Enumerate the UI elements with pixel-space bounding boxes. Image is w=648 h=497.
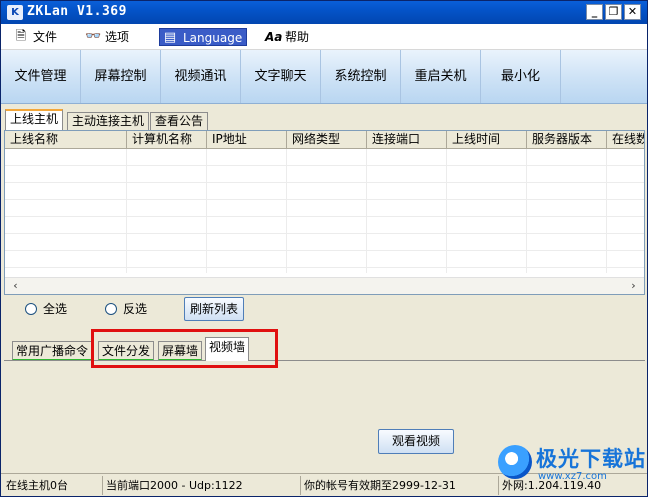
col-network-type[interactable]: 网络类型 [287,131,367,149]
col-ip[interactable]: IP地址 [207,131,287,149]
list-header: 上线名称 计算机名称 IP地址 网络类型 连接端口 上线时间 服务器版本 在线数 [5,131,644,149]
col-server-version[interactable]: 服务器版本 [527,131,607,149]
radio-icon [25,303,37,315]
app-logo-icon: K [7,5,23,20]
col-online-time[interactable]: 上线时间 [447,131,527,149]
watermark: 极光下载站 www.xz7.com [498,441,646,493]
watch-video-button[interactable]: 观看视频 [378,429,454,454]
minimize-button[interactable]: _ [586,4,603,20]
menu-options-label: 选项 [105,30,130,44]
watermark-text: 极光下载站 [536,447,646,471]
col-port[interactable]: 连接端口 [367,131,447,149]
select-all-label: 全选 [43,302,68,316]
close-button[interactable]: ✕ [624,4,641,20]
tab-broadcast-commands[interactable]: 常用广播命令 [12,341,93,361]
invert-select-label: 反选 [123,302,148,316]
watermark-url: www.xz7.com [538,471,607,482]
menu-help[interactable]: Aa 帮助 [263,28,309,46]
host-tabs: 上线主机 主动连接主机 查看公告 [1,109,647,131]
menu-options[interactable]: 👓 选项 [83,28,129,46]
menu-help-label: 帮助 [285,30,310,44]
scroll-right-icon[interactable]: › [625,278,642,294]
highlight-box [91,329,278,368]
app-window: K ZKLan V1.369 _ ❐ ✕ 🗎 文件 👓 选项 ▤ Languag… [0,0,648,497]
video-call-button[interactable]: 视频通讯 [161,50,241,103]
help-icon: Aa [265,30,283,44]
status-online-count: 在线主机0台 [3,476,103,495]
horizontal-scrollbar[interactable]: ‹ › [5,277,644,294]
menu-language[interactable]: ▤ Language [159,28,247,46]
tab-announcements[interactable]: 查看公告 [150,112,209,130]
title-bar[interactable]: K ZKLan V1.369 _ ❐ ✕ [1,1,647,24]
invert-select-radio[interactable]: 反选 [105,301,147,317]
col-online-name[interactable]: 上线名称 [5,131,127,149]
toolbar: 文件管理 屏幕控制 视频通讯 文字聊天 系统控制 重启关机 最小化 [1,50,647,104]
status-port: 当前端口2000 - Udp:1122 [103,476,301,495]
restore-button[interactable]: ❐ [605,4,622,20]
minimize-tool-button[interactable]: 最小化 [481,50,561,103]
file-manage-button[interactable]: 文件管理 [1,50,81,103]
system-control-button[interactable]: 系统控制 [321,50,401,103]
watermark-logo-icon [498,445,532,479]
refresh-list-button[interactable]: 刷新列表 [184,297,244,321]
status-expiry: 你的帐号有效期至2999-12-31 [301,476,499,495]
select-all-radio[interactable]: 全选 [25,301,67,317]
radio-icon [105,303,117,315]
window-title: ZKLan V1.369 [27,4,127,19]
tab-online-hosts[interactable]: 上线主机 [5,109,64,130]
glasses-icon: 👓 [85,29,102,44]
menu-file[interactable]: 🗎 文件 [11,28,57,46]
col-online-count[interactable]: 在线数 [607,131,644,149]
tab-connect-host[interactable]: 主动连接主机 [67,112,150,130]
menu-language-label: Language [183,31,243,45]
menu-bar: 🗎 文件 👓 选项 ▤ Language Aa 帮助 [1,24,647,50]
scroll-left-icon[interactable]: ‹ [7,278,24,294]
text-chat-button[interactable]: 文字聊天 [241,50,321,103]
list-grid [5,149,644,273]
host-list[interactable]: 上线名称 计算机名称 IP地址 网络类型 连接端口 上线时间 服务器版本 在线数 [4,130,645,295]
language-icon: ▤ [163,30,177,45]
menu-file-label: 文件 [33,30,58,44]
screen-control-button[interactable]: 屏幕控制 [81,50,161,103]
file-icon: 🗎 [15,29,27,44]
col-computer-name[interactable]: 计算机名称 [127,131,207,149]
restart-shutdown-button[interactable]: 重启关机 [401,50,481,103]
